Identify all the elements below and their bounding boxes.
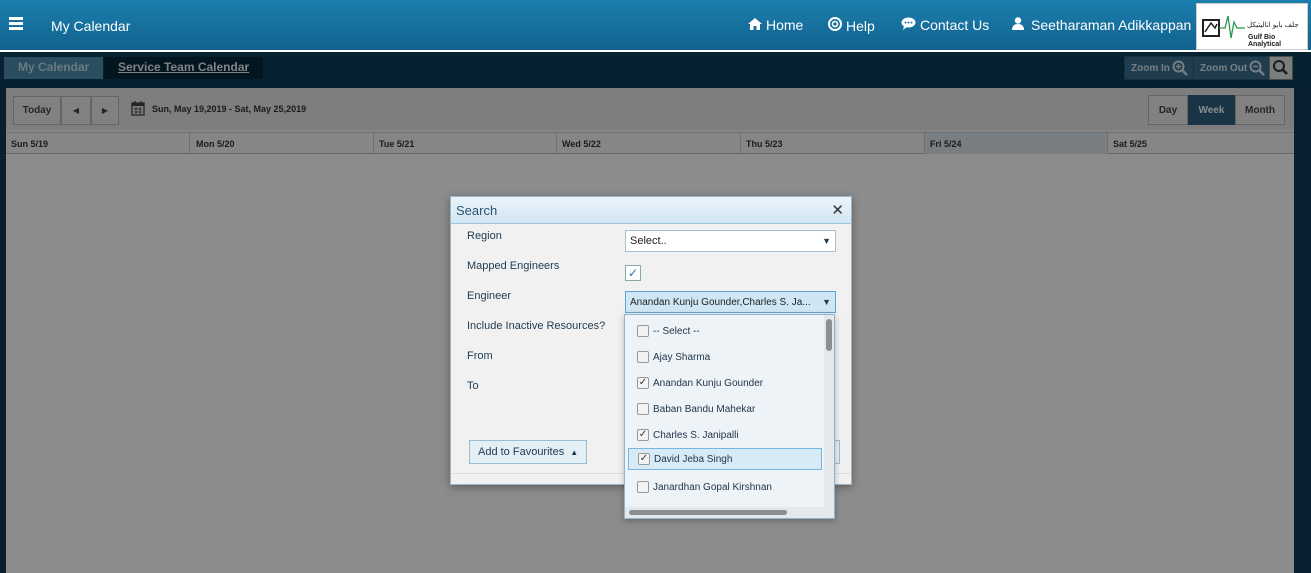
engineer-dropdown-list[interactable]: -- Select -- Ajay Sharma ✓ Anandan Kunju… xyxy=(624,314,835,519)
engineer-option-highlighted[interactable]: ✓ David Jeba Singh xyxy=(628,448,822,470)
nav-help-label: Help xyxy=(846,17,875,34)
option-label: Charles S. Janipalli xyxy=(653,429,739,441)
caret-up-icon: ▲ xyxy=(570,447,579,457)
checkbox-checked-icon[interactable]: ✓ xyxy=(637,429,649,441)
checkbox-checked-icon[interactable]: ✓ xyxy=(638,453,650,465)
engineer-option[interactable]: -- Select -- xyxy=(628,320,822,342)
home-icon xyxy=(748,17,762,33)
nav-home-label: Home xyxy=(766,17,804,33)
dropdown-arrow-icon: ▼ xyxy=(822,297,831,307)
menu-icon[interactable] xyxy=(9,17,23,30)
engineer-option[interactable]: ✓ Anandan Kunju Gounder xyxy=(628,372,822,394)
user-name: Seetharaman Adikkappan xyxy=(1031,17,1192,33)
region-label: Region xyxy=(467,230,502,242)
region-select[interactable]: Select.. ▼ xyxy=(625,230,836,252)
dropdown-arrow-icon: ▼ xyxy=(822,236,831,246)
app-title: My Calendar xyxy=(51,18,131,34)
help-icon xyxy=(828,17,842,34)
checkbox-checked-icon[interactable]: ✓ xyxy=(637,377,649,389)
engineer-option[interactable]: Ajay Sharma xyxy=(628,346,822,368)
dropdown-horizontal-scrollbar[interactable] xyxy=(625,507,824,518)
dialog-title-bar: Search ✕ xyxy=(451,197,851,224)
user-icon xyxy=(1012,17,1024,33)
option-label: David Jeba Singh xyxy=(654,453,733,465)
logo-english-text: Gulf Bio Analytical xyxy=(1248,34,1282,48)
dialog-title: Search xyxy=(456,203,498,218)
region-select-value: Select.. xyxy=(630,235,667,247)
nav-help[interactable]: Help xyxy=(828,17,875,34)
mapped-engineers-checkbox[interactable]: ✓ xyxy=(625,265,641,281)
engineer-label: Engineer xyxy=(467,290,512,302)
include-inactive-label: Include Inactive Resources? xyxy=(467,320,606,332)
checkbox-icon[interactable] xyxy=(637,403,649,415)
to-label: To xyxy=(467,380,479,392)
add-to-favourites-label: Add to Favourites xyxy=(478,446,565,458)
option-label: -- Select -- xyxy=(653,325,700,337)
from-label: From xyxy=(467,350,493,362)
add-to-favourites-button[interactable]: Add to Favourites ▲ xyxy=(469,440,588,464)
option-label: Janardhan Gopal Kirshnan xyxy=(653,481,772,493)
engineer-multiselect[interactable]: Anandan Kunju Gounder,Charles S. Ja... ▼ xyxy=(625,291,836,313)
logo-arabic-text: جلف بايو اناليتيكل xyxy=(1247,21,1299,29)
engineer-option[interactable]: ✓ Charles S. Janipalli xyxy=(628,424,822,446)
checkbox-icon[interactable] xyxy=(637,481,649,493)
option-label: Anandan Kunju Gounder xyxy=(653,377,764,389)
logo-graphic-icon xyxy=(1202,15,1245,39)
user-menu[interactable]: Seetharaman Adikkappan xyxy=(1012,17,1191,33)
mapped-engineers-label: Mapped Engineers xyxy=(467,260,560,272)
option-label: Ajay Sharma xyxy=(653,351,711,363)
chat-icon xyxy=(901,17,916,33)
engineer-option[interactable]: Janardhan Gopal Kirshnan xyxy=(628,476,822,498)
company-logo: جلف بايو اناليتيكل Gulf Bio Analytical xyxy=(1196,3,1308,50)
top-navbar: My Calendar Home Help Contact Us Seethar… xyxy=(0,0,1311,52)
close-icon[interactable]: ✕ xyxy=(831,201,844,219)
engineer-select-value: Anandan Kunju Gounder,Charles S. Ja... xyxy=(630,296,811,308)
nav-home[interactable]: Home xyxy=(748,17,803,33)
nav-contact[interactable]: Contact Us xyxy=(901,17,989,33)
option-label: Baban Bandu Mahekar xyxy=(653,403,756,415)
checkbox-icon[interactable] xyxy=(637,351,649,363)
nav-contact-label: Contact Us xyxy=(920,17,990,33)
engineer-option[interactable]: Baban Bandu Mahekar xyxy=(628,398,822,420)
checkbox-icon[interactable] xyxy=(637,325,649,337)
dropdown-vertical-scrollbar[interactable] xyxy=(824,315,834,518)
